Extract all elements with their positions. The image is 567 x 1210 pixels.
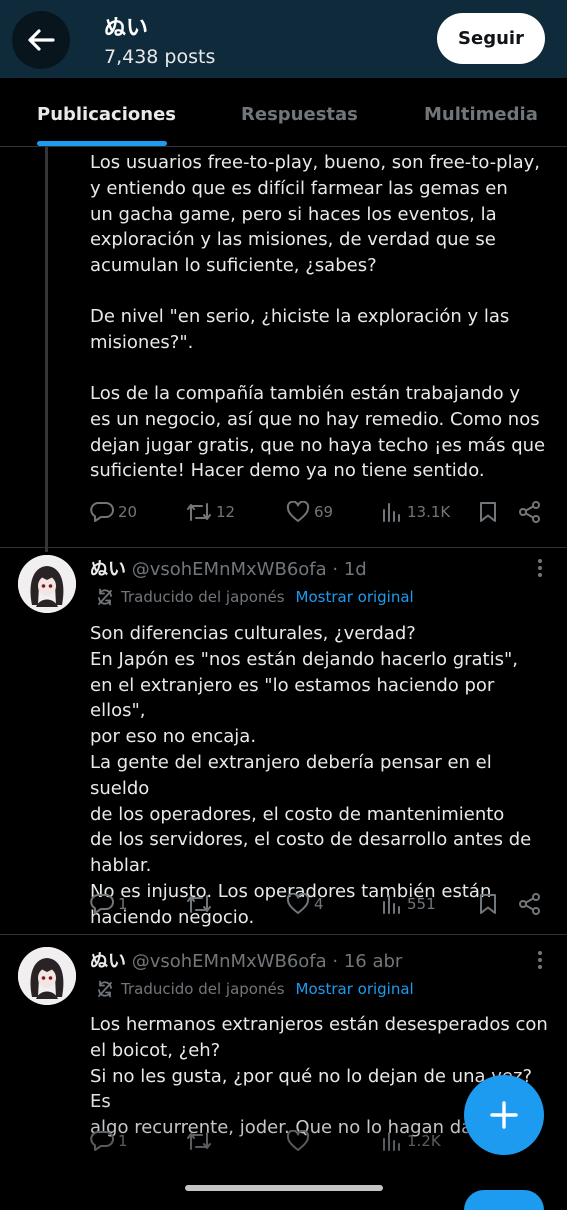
- follow-button[interactable]: Seguir: [437, 13, 545, 64]
- post-text-paragraph: De nivel "en serio, ¿hiciste la explorac…: [90, 306, 510, 353]
- profile-tabs: Publicaciones Respuestas Multimedia: [0, 78, 567, 147]
- post-text-paragraph: Los usuarios free-to-play, bueno, son fr…: [90, 152, 541, 277]
- heart-icon: [286, 501, 310, 522]
- share-button[interactable]: [518, 893, 542, 915]
- retweet-icon: [187, 1132, 211, 1150]
- bookmark-icon: [480, 894, 496, 914]
- reply-count: 1: [118, 1132, 128, 1150]
- views-button[interactable]: 13.1K: [381, 501, 450, 523]
- compose-button[interactable]: [464, 1075, 544, 1155]
- thread-connector-line: [45, 147, 48, 552]
- show-original-link[interactable]: Mostrar original: [296, 980, 414, 998]
- view-count: 551: [407, 895, 436, 913]
- avatar[interactable]: [18, 555, 76, 613]
- more-options-button[interactable]: [530, 948, 550, 972]
- repost-count: 12: [216, 503, 236, 521]
- reply-count: 1: [118, 895, 128, 913]
- retweet-icon: [187, 503, 211, 521]
- reply-count: 20: [118, 503, 138, 521]
- tab-replies[interactable]: Respuestas: [241, 104, 358, 125]
- like-button[interactable]: 4: [286, 893, 324, 915]
- reply-button[interactable]: 20: [90, 501, 137, 523]
- avatar-illustration: [18, 555, 76, 613]
- post-divider: [0, 547, 567, 548]
- translated-label: Traducido del japonés: [121, 980, 285, 998]
- bookmark-icon: [480, 502, 496, 522]
- avatar[interactable]: [18, 947, 76, 1005]
- like-button[interactable]: 69: [286, 501, 333, 523]
- heart-icon: [286, 893, 310, 914]
- display-name[interactable]: ぬい: [90, 951, 126, 972]
- gesture-home-bar[interactable]: [185, 1185, 383, 1191]
- bar-chart-icon: [383, 503, 400, 522]
- tab-media[interactable]: Multimedia: [424, 104, 538, 125]
- post-meta: ぬい @vsohEMnMxWB6ofa · 16 abr: [90, 947, 402, 973]
- more-options-button[interactable]: [530, 556, 550, 580]
- post-action-bar: 1 4 551: [90, 893, 546, 923]
- speech-bubble-icon: [90, 894, 114, 914]
- bookmark-button[interactable]: [478, 501, 498, 523]
- show-original-link[interactable]: Mostrar original: [296, 588, 414, 606]
- views-button[interactable]: 1.2K: [381, 1130, 441, 1152]
- active-tab-indicator: [37, 141, 167, 146]
- view-count: 1.2K: [407, 1132, 441, 1150]
- bar-chart-icon: [383, 895, 400, 914]
- share-icon: [519, 893, 540, 915]
- like-button[interactable]: [286, 1130, 314, 1152]
- post-text: Son diferencias culturales, ¿verdad? En …: [90, 623, 532, 928]
- repost-button[interactable]: 12: [186, 501, 235, 523]
- bookmark-button[interactable]: [478, 893, 498, 915]
- user-handle[interactable]: @vsohEMnMxWB6ofa: [132, 559, 327, 580]
- post-time[interactable]: · 16 abr: [332, 951, 402, 972]
- views-button[interactable]: 551: [381, 893, 436, 915]
- post-action-bar: 20 12 69 13.1K: [90, 501, 546, 531]
- retweet-icon: [187, 895, 211, 913]
- arrow-left-icon: [28, 29, 55, 51]
- back-button[interactable]: [12, 11, 70, 69]
- post-meta: ぬい @vsohEMnMxWB6ofa · 1d: [90, 555, 367, 581]
- post-divider: [0, 934, 567, 935]
- profile-name: ぬい: [104, 16, 149, 41]
- view-count: 13.1K: [407, 503, 451, 521]
- bar-chart-icon: [383, 1132, 400, 1151]
- more-vertical-icon: [538, 951, 542, 955]
- display-name[interactable]: ぬい: [90, 559, 126, 580]
- translation-notice: Traducido del japonés Mostrar original: [96, 588, 414, 606]
- like-count: 69: [314, 503, 334, 521]
- speech-bubble-icon: [90, 1131, 114, 1151]
- share-button[interactable]: [518, 501, 542, 523]
- avatar-illustration: [18, 947, 76, 1005]
- posts-count: 7,438 posts: [104, 46, 216, 68]
- post-time[interactable]: · 1d: [332, 559, 366, 580]
- translate-sync-icon: [98, 980, 112, 998]
- more-vertical-icon: [538, 559, 542, 563]
- translate-sync-icon: [98, 588, 112, 606]
- tab-posts[interactable]: Publicaciones: [37, 104, 176, 125]
- secondary-fab-edge: [464, 1190, 544, 1210]
- like-count: 4: [314, 895, 324, 913]
- heart-icon: [286, 1130, 310, 1151]
- translated-label: Traducido del japonés: [121, 588, 285, 606]
- reply-button[interactable]: 1: [90, 893, 128, 915]
- post-text-paragraph: Los de la compañía también están trabaja…: [90, 383, 546, 482]
- repost-button[interactable]: [186, 1130, 216, 1152]
- translation-notice: Traducido del japonés Mostrar original: [96, 980, 414, 998]
- repost-button[interactable]: [186, 893, 216, 915]
- speech-bubble-icon: [90, 502, 114, 522]
- share-icon: [519, 501, 540, 523]
- user-handle[interactable]: @vsohEMnMxWB6ofa: [132, 951, 327, 972]
- reply-button[interactable]: 1: [90, 1130, 128, 1152]
- profile-header: ぬい 7,438 posts Seguir: [0, 0, 567, 78]
- plus-icon: [490, 1101, 518, 1129]
